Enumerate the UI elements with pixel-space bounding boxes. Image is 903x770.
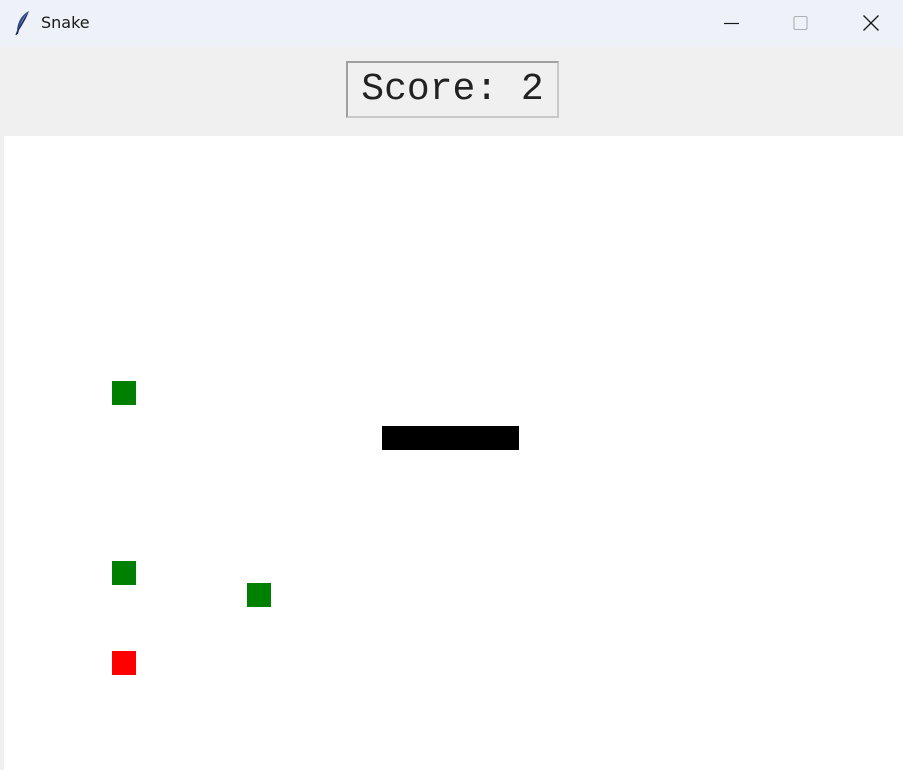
feather-icon: [14, 10, 32, 36]
maximize-button[interactable]: [770, 0, 830, 47]
green-food-item: [112, 561, 136, 585]
game-canvas[interactable]: [4, 136, 903, 770]
title-bar[interactable]: Snake: [0, 0, 903, 47]
green-food-item: [247, 583, 271, 607]
close-button[interactable]: [841, 0, 901, 47]
green-food-item: [112, 381, 136, 405]
score-label: Score: 2: [346, 61, 559, 118]
red-food-item: [112, 651, 136, 675]
snake-window: Snake Score: 2: [0, 0, 903, 770]
minimize-button[interactable]: [701, 0, 761, 47]
snake: [382, 426, 519, 450]
window-title: Snake: [41, 13, 90, 32]
